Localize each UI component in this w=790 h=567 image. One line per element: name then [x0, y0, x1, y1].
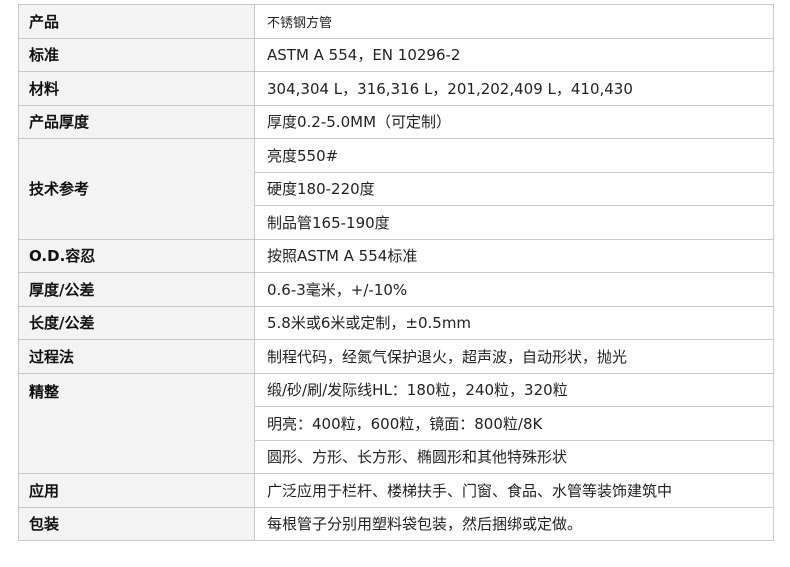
row-label-application: 应用	[18, 473, 255, 508]
row-value-standard: ASTM A 554，EN 10296-2	[254, 37, 774, 72]
row-value-tech-reference-1: 亮度550#	[254, 138, 774, 173]
table-row: 包装 每根管子分别用塑料袋包装，然后捆绑或定做。	[18, 506, 774, 541]
row-label-thickness-tolerance: 厚度/公差	[18, 272, 255, 307]
table-row: 材料 304,304 L，316,316 L，201,202,409 L，410…	[18, 71, 774, 106]
row-value-finishing-2: 明亮：400粒，600粒，镜面：800粒/8K	[254, 406, 774, 441]
row-label-finishing: 精整	[18, 372, 255, 474]
table-row: O.D.容忍 按照ASTM A 554标准	[18, 238, 774, 273]
row-label-packaging: 包装	[18, 506, 255, 541]
spec-table: 产品 不锈钢方管 标准 ASTM A 554，EN 10296-2 材料 304…	[18, 4, 774, 541]
table-row: 过程法 制程代码，经氮气保护退火，超声波，自动形状，抛光	[18, 339, 774, 374]
row-value-product: 不锈钢方管	[254, 4, 774, 39]
row-value-length-tolerance: 5.8米或6米或定制，±0.5mm	[254, 305, 774, 340]
row-value-tech-reference-2: 硬度180-220度	[254, 171, 774, 206]
table-row: 精整 缎/砂/刷/发际线HL：180粒，240粒，320粒	[18, 372, 774, 474]
row-label-length-tolerance: 长度/公差	[18, 305, 255, 340]
table-row: 产品 不锈钢方管	[18, 4, 774, 39]
row-value-packaging: 每根管子分别用塑料袋包装，然后捆绑或定做。	[254, 506, 774, 541]
row-label-standard: 标准	[18, 37, 255, 72]
row-value-thickness: 厚度0.2-5.0MM（可定制）	[254, 104, 774, 139]
row-value-finishing-1: 缎/砂/刷/发际线HL：180粒，240粒，320粒	[254, 372, 774, 407]
row-label-process: 过程法	[18, 339, 255, 374]
row-label-od-tolerance: O.D.容忍	[18, 238, 255, 273]
row-value-finishing-3: 圆形、方形、长方形、椭圆形和其他特殊形状	[254, 439, 774, 474]
row-value-thickness-tolerance: 0.6-3毫米，+/-10%	[254, 272, 774, 307]
table-row: 标准 ASTM A 554，EN 10296-2	[18, 37, 774, 72]
row-value-od-tolerance: 按照ASTM A 554标准	[254, 238, 774, 273]
row-label-tech-reference: 技术参考	[18, 138, 255, 240]
row-label-product: 产品	[18, 4, 255, 39]
row-value-process: 制程代码，经氮气保护退火，超声波，自动形状，抛光	[254, 339, 774, 374]
row-label-thickness: 产品厚度	[18, 104, 255, 139]
table-row: 厚度/公差 0.6-3毫米，+/-10%	[18, 272, 774, 307]
row-value-tech-reference-3: 制品管165-190度	[254, 205, 774, 240]
table-row: 技术参考 亮度550#	[18, 138, 774, 240]
row-value-application: 广泛应用于栏杆、楼梯扶手、门窗、食品、水管等装饰建筑中	[254, 473, 774, 508]
row-label-material: 材料	[18, 71, 255, 106]
table-row: 产品厚度 厚度0.2-5.0MM（可定制）	[18, 104, 774, 139]
table-row: 长度/公差 5.8米或6米或定制，±0.5mm	[18, 305, 774, 340]
table-row: 应用 广泛应用于栏杆、楼梯扶手、门窗、食品、水管等装饰建筑中	[18, 473, 774, 508]
row-value-material: 304,304 L，316,316 L，201,202,409 L，410,43…	[254, 71, 774, 106]
